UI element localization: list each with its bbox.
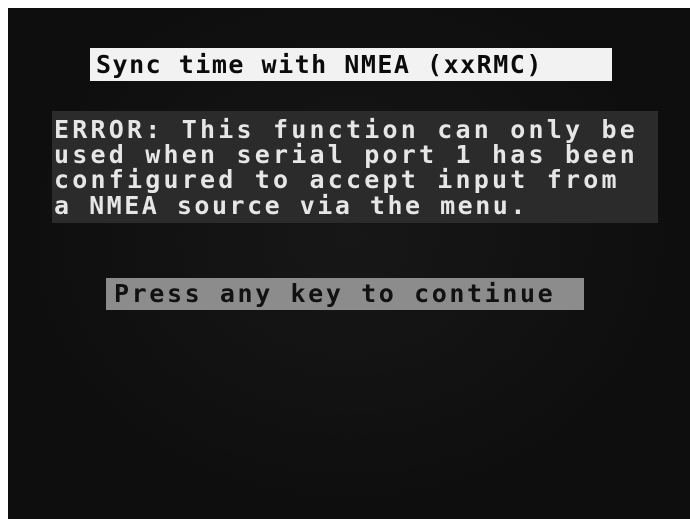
- error-message-line-4: a NMEA source via the menu.: [54, 191, 528, 220]
- error-message-line-3: configured to accept input from: [54, 165, 620, 194]
- error-message-line-1: ERROR: This function can only be: [54, 115, 639, 144]
- error-message-line-2: used when serial port 1 has been: [54, 140, 639, 169]
- terminal-screen: Sync time with NMEA (xxRMC) ERROR: This …: [8, 8, 690, 519]
- screen-title: Sync time with NMEA (xxRMC): [90, 48, 612, 81]
- continue-prompt[interactable]: Press any key to continue: [106, 278, 584, 310]
